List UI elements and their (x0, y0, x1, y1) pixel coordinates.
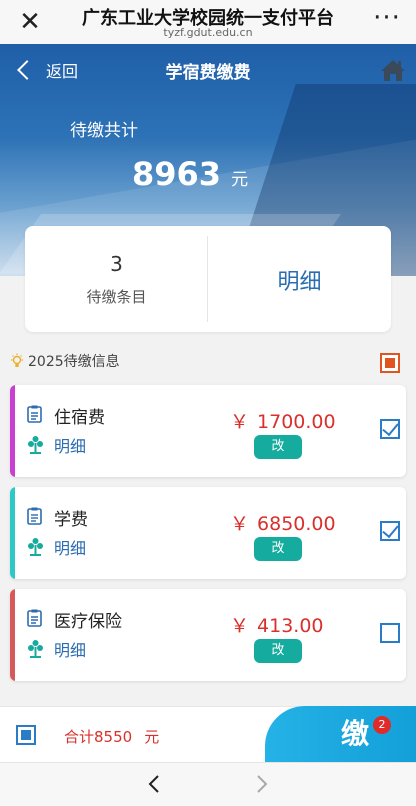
browser-nav-bar (0, 762, 416, 806)
back-button[interactable]: 返回 (14, 57, 78, 83)
document-icon (27, 609, 42, 627)
fee-name: 学费 (54, 510, 88, 530)
fee-detail-link[interactable]: 明细 (54, 637, 86, 661)
fee-amount: ￥ 1700.00 (230, 407, 336, 434)
tree-icon (28, 640, 43, 658)
pending-count-label: 待缴条目 (86, 288, 147, 306)
check-icon (382, 520, 399, 539)
tree-icon (28, 538, 43, 556)
page-url: tyzf.gdut.edu.cn (163, 26, 253, 39)
close-icon[interactable]: ✕ (14, 6, 46, 38)
fee-card-tuition: 学费 明细 ￥ 6850.00 改 (10, 487, 406, 579)
currency-symbol: ￥ (230, 615, 250, 637)
summary-detail-link[interactable]: 明细 (208, 264, 391, 296)
lightbulb-icon (11, 353, 23, 367)
edit-amount-button[interactable]: 改 (254, 537, 302, 561)
fee-stripe (10, 385, 15, 477)
due-amount-value: 8963 (132, 155, 222, 193)
document-icon (27, 405, 42, 423)
chevron-left-icon (17, 60, 37, 80)
select-all-checkbox[interactable] (380, 353, 400, 373)
due-amount: 8963 元 (132, 155, 248, 193)
browser-bar: ✕ 广东工业大学校园统一支付平台 tyzf.gdut.edu.cn ··· (0, 0, 416, 44)
fee-stripe (10, 589, 15, 681)
home-icon[interactable] (380, 58, 406, 82)
fee-stripe (10, 487, 15, 579)
pay-button[interactable]: 缴 2 (265, 706, 416, 762)
fee-card-medical-insurance: 医疗保险 明细 ￥ 413.00 改 (10, 589, 406, 681)
fee-checkbox[interactable] (380, 623, 400, 643)
chevron-right-icon[interactable] (250, 773, 272, 795)
more-icon[interactable]: ··· (370, 5, 404, 38)
check-icon (382, 418, 399, 437)
due-amount-unit: 元 (231, 170, 249, 190)
back-label: 返回 (46, 62, 79, 81)
due-label: 待缴共计 (70, 121, 138, 141)
fee-amount: ￥ 413.00 (230, 611, 324, 638)
tree-icon (28, 436, 43, 454)
fee-detail-link[interactable]: 明细 (54, 433, 86, 457)
pay-glyph: 缴 (341, 717, 370, 750)
footer-select-all-checkbox[interactable] (16, 725, 36, 745)
fee-amount-value: 6850.00 (257, 513, 336, 535)
nav-title: 学宿费缴费 (165, 63, 251, 83)
fee-detail-link[interactable]: 明细 (54, 535, 86, 559)
fee-card-accommodation: 住宿费 明细 ￥ 1700.00 改 (10, 385, 406, 477)
fee-checkbox[interactable] (380, 520, 400, 541)
total-amount: 合计8550 元 (64, 726, 159, 747)
edit-amount-button[interactable]: 改 (254, 435, 302, 459)
currency-symbol: ￥ (230, 411, 250, 433)
pending-count-block: 3 待缴条目 (25, 226, 208, 332)
fee-amount: ￥ 6850.00 (230, 509, 336, 536)
section-header: 2025待缴信息 (10, 350, 120, 372)
total-label: 合计8550 (64, 728, 133, 746)
pay-count-badge: 2 (373, 716, 391, 734)
fee-amount-value: 1700.00 (257, 411, 336, 433)
section-title: 2025待缴信息 (28, 354, 120, 370)
fee-amount-value: 413.00 (257, 615, 324, 637)
chevron-left-icon[interactable] (144, 773, 166, 795)
document-icon (27, 507, 42, 525)
edit-amount-button[interactable]: 改 (254, 639, 302, 663)
fee-checkbox[interactable] (380, 418, 400, 439)
total-unit: 元 (144, 728, 160, 746)
summary-card: 3 待缴条目 明细 (25, 226, 391, 332)
fee-name: 医疗保险 (54, 612, 122, 632)
fee-name: 住宿费 (54, 408, 105, 428)
currency-symbol: ￥ (230, 513, 250, 535)
pending-count: 3 (110, 252, 123, 276)
